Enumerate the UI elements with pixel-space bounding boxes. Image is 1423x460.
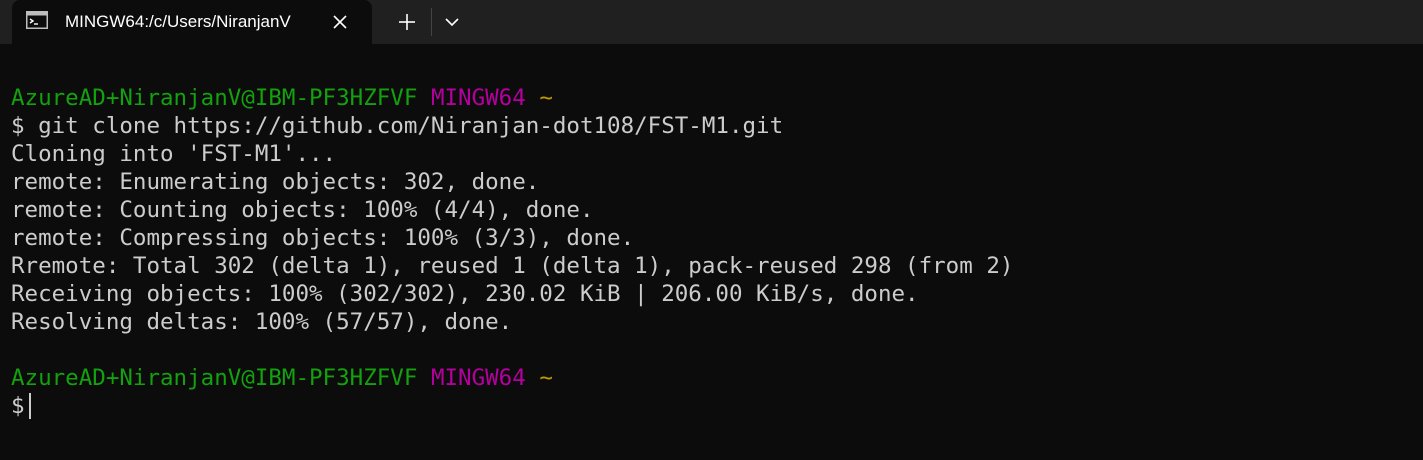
output-line: remote: Enumerating objects: 302, done. (11, 169, 540, 195)
text-cursor (28, 393, 31, 419)
terminal-icon (26, 11, 48, 29)
output-line: remote: Counting objects: 100% (4/4), do… (11, 197, 594, 223)
terminal-output[interactable]: AzureAD+NiranjanV@IBM-PF3HZFVF MINGW64 ~… (11, 84, 1411, 454)
output-line: Receiving objects: 100% (302/302), 230.0… (11, 281, 919, 307)
tab-separator (431, 8, 432, 36)
close-icon[interactable] (328, 10, 352, 34)
tab-bar: MINGW64:/c/Users/NiranjanV (0, 0, 1423, 44)
command-text: git clone https://github.com/Niranjan-do… (38, 113, 784, 139)
output-line: Cloning into 'FST-M1'... (11, 141, 337, 167)
prompt-path: ~ (539, 85, 553, 111)
output-line: remote: Compressing objects: 100% (3/3),… (11, 225, 635, 251)
chevron-down-icon[interactable] (440, 8, 464, 36)
tab-title: MINGW64:/c/Users/NiranjanV (65, 12, 291, 31)
output-line: Rremote: Total 302 (delta 1), reused 1 (… (11, 253, 1014, 279)
prompt-symbol: $ (11, 393, 25, 419)
prompt-user-host: AzureAD+NiranjanV@IBM-PF3HZFVF (11, 85, 418, 111)
plus-icon[interactable] (393, 8, 421, 36)
tab-mingw64[interactable]: MINGW64:/c/Users/NiranjanV (12, 0, 372, 44)
command-line: $ git clone https://github.com/Niranjan-… (11, 112, 1411, 140)
terminal-window: MINGW64:/c/Users/NiranjanV AzureAD+Niran… (0, 0, 1423, 460)
prompt-line: AzureAD+NiranjanV@IBM-PF3HZFVF MINGW64 ~ (11, 84, 1411, 112)
prompt-shell: MINGW64 (430, 365, 526, 391)
prompt-symbol: $ (11, 113, 25, 139)
input-line[interactable]: $ (11, 392, 1411, 420)
prompt-shell: MINGW64 (430, 85, 526, 111)
prompt-path: ~ (539, 365, 553, 391)
output-line: Resolving deltas: 100% (57/57), done. (11, 309, 513, 335)
prompt-line: AzureAD+NiranjanV@IBM-PF3HZFVF MINGW64 ~ (11, 364, 1411, 392)
prompt-user-host: AzureAD+NiranjanV@IBM-PF3HZFVF (11, 365, 418, 391)
